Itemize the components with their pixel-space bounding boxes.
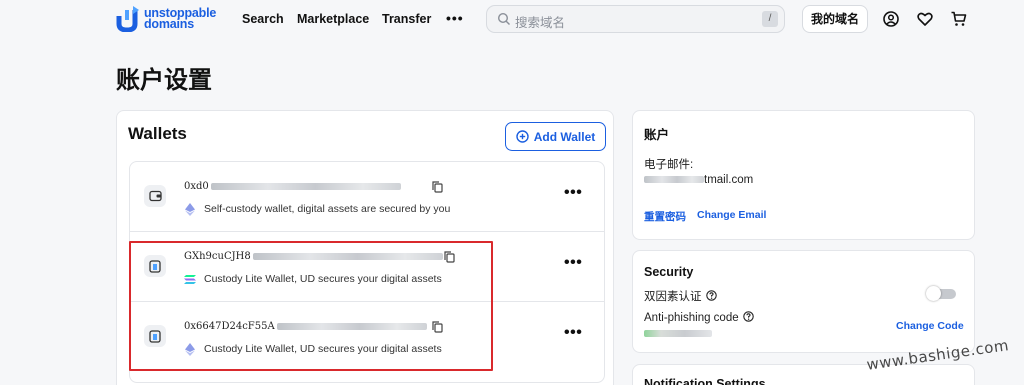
plus-circle-icon [516,130,529,143]
wallet-more-button[interactable]: ••• [564,325,582,341]
heart-icon[interactable] [916,10,934,28]
wallet-description: Self-custody wallet, digital assets are … [204,203,451,215]
help-icon[interactable] [705,290,717,301]
wallet-more-button[interactable]: ••• [564,185,582,201]
copy-icon[interactable] [432,181,443,193]
logo-mark-icon [116,6,139,32]
two-factor-label: 双因素认证 [644,288,717,304]
nav-marketplace[interactable]: Marketplace [297,12,369,26]
logo-text-line2: domains [144,17,194,31]
domain-search-input[interactable]: 搜索域名 / [486,5,785,33]
nav-more-button[interactable]: ••• [446,10,464,26]
top-navigation: unstoppable domains Search Marketplace T… [0,0,1024,40]
logo[interactable]: unstoppable domains [116,6,216,32]
anti-phishing-label: Anti-phishing code [644,311,754,324]
ethereum-icon [185,203,195,216]
wallets-title: Wallets [128,124,187,143]
nav-transfer[interactable]: Transfer [382,12,431,26]
add-wallet-label: Add Wallet [533,129,596,144]
change-email-link[interactable]: Change Email [697,209,766,221]
email-value: tmail.com [644,174,753,186]
nav-search[interactable]: Search [242,12,284,26]
email-label: 电子邮件: [644,159,694,171]
search-shortcut-key: / [762,11,778,27]
account-card: 账户 电子邮件: tmail.com 重置密码 Change Email [632,110,975,240]
account-title: 账户 [644,128,670,142]
anti-phishing-value [644,328,712,340]
help-icon[interactable] [742,311,754,322]
notification-settings-title: Notification Settings [644,377,766,385]
change-code-link[interactable]: Change Code [896,320,964,332]
user-circle-icon[interactable] [882,10,900,28]
search-placeholder: 搜索域名 [515,16,566,30]
wallet-icon [144,185,166,207]
two-factor-toggle[interactable] [926,286,956,301]
search-icon [497,12,510,25]
wallet-more-button[interactable]: ••• [564,255,582,271]
wallet-row[interactable]: 0xd0 Self-custody wallet, digital assets… [130,162,604,232]
security-card: Security 双因素认证 Anti-phishing code Change… [632,250,975,353]
security-title: Security [644,265,694,279]
my-domains-button[interactable]: 我的域名 [802,5,868,33]
wallet-address: 0xd0 [184,181,401,192]
highlight-annotation-box [129,241,493,371]
reset-password-link[interactable]: 重置密码 [644,209,686,224]
cart-icon[interactable] [950,10,968,28]
page-title: 账户设置 [116,67,212,94]
add-wallet-button[interactable]: Add Wallet [505,122,606,151]
notification-settings-card: Notification Settings [632,364,975,385]
